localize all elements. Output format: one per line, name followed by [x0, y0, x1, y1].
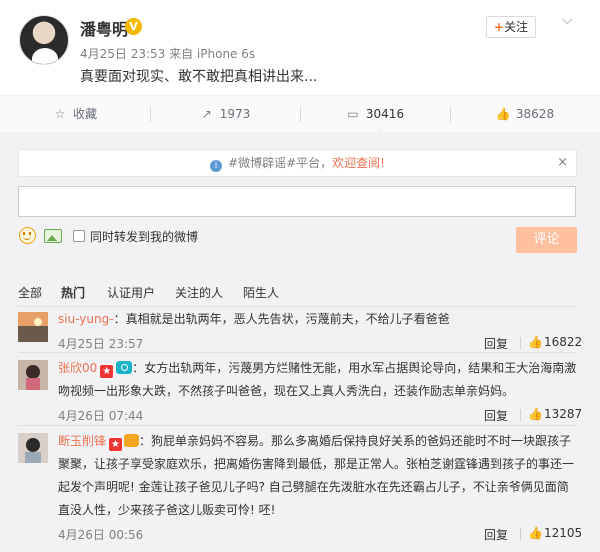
- comment-icon: ▭: [347, 107, 359, 121]
- post-text: 真要面对现实、敢不敢把真相讲出来...: [80, 69, 318, 85]
- close-icon[interactable]: ×: [557, 150, 568, 176]
- repost-button[interactable]: ↗ 1973: [150, 96, 300, 133]
- thumbs-up-icon: 👍: [528, 335, 543, 349]
- comment-time: 4月26日 07:44: [58, 409, 144, 423]
- divider: [520, 337, 521, 349]
- commenter-avatar[interactable]: [18, 433, 48, 463]
- divider: [18, 306, 577, 307]
- divider: [520, 528, 521, 540]
- filter-all[interactable]: 全部: [18, 284, 42, 301]
- comment-body: 吻视频一出形象大跌，不然孩子叫爸爸，现在又上真人秀洗白，还装作励志单亲妈妈。: [58, 384, 515, 398]
- post-header: 潘粤明 V 4月25日 23:53 来自 iPhone 6s 真要面对现实、敢不…: [0, 0, 600, 95]
- notice-link[interactable]: 欢迎查阅!: [332, 156, 385, 170]
- comment-text: 断玉削锋 ★ ：狗屁单亲妈妈不容易。那么多离婚后保持良好关系的爸妈还能时不时一块跟孩…: [58, 430, 578, 522]
- comment-text: siu-yung-：真相就是出轨两年，恶人先告状，污蔑前夫，不给儿子看爸爸: [58, 308, 578, 331]
- chevron-down-icon[interactable]: ⌵: [562, 12, 582, 30]
- reply-button[interactable]: 回复: [484, 526, 508, 543]
- comment-text: 张欣00 ★ ：女方出轨两年，污蔑男方烂赌性无能，用水军占据舆论导向，结果和王大治海…: [58, 357, 578, 403]
- gold-badge-icon: [124, 434, 140, 447]
- commenter-name[interactable]: siu-yung-: [58, 312, 114, 326]
- action-bar: ☆ 收藏 ↗ 1973 ▭ 30416 👍 38628: [0, 95, 600, 133]
- notice-text: #微博辟谣#平台，: [228, 156, 333, 170]
- comment-like-count: 16822: [544, 335, 583, 349]
- sync-repost-label: 同时转发到我的微博: [90, 230, 199, 244]
- favorite-button[interactable]: ☆ 收藏: [0, 96, 150, 133]
- reply-button[interactable]: 回复: [484, 335, 508, 352]
- filter-hot[interactable]: 热门: [61, 284, 85, 301]
- filter-verified[interactable]: 认证用户: [107, 284, 155, 301]
- filter-following[interactable]: 关注的人: [175, 284, 223, 301]
- comment-body: 直没人性，少来孩子爸这儿贩卖可怜! 呸!: [58, 503, 276, 517]
- follow-label: 关注: [504, 20, 529, 34]
- comment-body: ：真相就是出轨两年，恶人先告状，污蔑前夫，不给儿子看爸爸: [113, 312, 450, 326]
- thumbs-up-icon: 👍: [495, 107, 511, 121]
- filter-strangers[interactable]: 陌生人: [243, 284, 279, 301]
- star-badge-icon: ★: [100, 365, 114, 378]
- comment-count: 30416: [365, 107, 405, 121]
- repost-count: 1973: [219, 107, 251, 121]
- thumbs-up-icon: 👍: [528, 526, 543, 540]
- comment-body: 聚聚，让孩子享受家庭欢乐，把离婚伤害降到最低，那是正常人。张柏芝谢霆锋遇到孩子的…: [58, 457, 575, 471]
- plus-icon: +: [493, 20, 505, 34]
- post-meta: 4月25日 23:53 来自 iPhone 6s: [80, 47, 256, 61]
- divider: [18, 352, 577, 353]
- follow-button[interactable]: +关注: [486, 16, 536, 38]
- camera-badge-icon: [116, 361, 133, 374]
- author-name[interactable]: 潘粤明: [80, 16, 128, 40]
- favorite-label: 收藏: [72, 107, 97, 121]
- comment-like-button[interactable]: 👍12105: [528, 526, 590, 540]
- info-icon: i: [210, 160, 223, 172]
- comment-like-count: 13287: [544, 407, 583, 421]
- repost-icon: ↗: [201, 107, 212, 121]
- rumor-notice: i #微博辟谣#平台，欢迎查阅! ×: [18, 149, 577, 177]
- commenter-avatar[interactable]: [18, 312, 48, 342]
- comment-like-button[interactable]: 👍16822: [528, 335, 590, 349]
- verified-icon: V: [125, 18, 142, 35]
- star-icon: ☆: [54, 107, 66, 121]
- comment-time: 4月25日 23:57: [58, 337, 144, 351]
- divider: [18, 425, 577, 426]
- thumbs-up-icon: 👍: [528, 407, 543, 421]
- comment-time: 4月26日 00:56: [58, 528, 144, 542]
- star-badge-icon: ★: [109, 438, 123, 451]
- image-icon[interactable]: [44, 229, 62, 243]
- submit-comment-button[interactable]: 评论: [516, 227, 577, 253]
- comment-body: 起发个声明呢! 金莲让孩子爸见儿子吗? 自己劈腿在先泼脏水在先还霸占儿子，不让亲…: [58, 480, 569, 494]
- commenter-name[interactable]: 断玉削锋: [58, 434, 106, 448]
- reply-button[interactable]: 回复: [484, 407, 508, 424]
- sync-repost-checkbox[interactable]: [73, 230, 85, 242]
- like-count: 38628: [515, 107, 555, 121]
- emoji-icon[interactable]: [19, 227, 36, 244]
- comment-body: ：女方出轨两年，污蔑男方烂赌性无能，用水军占据舆论导向，结果和王大治海南激: [132, 361, 577, 375]
- like-button[interactable]: 👍 38628: [450, 96, 600, 133]
- commenter-name[interactable]: 张欣00: [58, 361, 97, 375]
- comment-input[interactable]: [18, 186, 576, 217]
- divider: [520, 409, 521, 421]
- commenter-avatar[interactable]: [18, 360, 48, 390]
- comment-like-button[interactable]: 👍13287: [528, 407, 590, 421]
- comment-body: ：狗屁单亲妈妈不容易。那么多离婚后保持良好关系的爸妈还能时不时一块跟孩子: [139, 434, 572, 448]
- comment-panel: i #微博辟谣#平台，欢迎查阅! × 同时转发到我的微博 评论 全部 热门 认证用…: [0, 133, 600, 552]
- comment-like-count: 12105: [544, 526, 583, 540]
- author-avatar[interactable]: [19, 15, 69, 65]
